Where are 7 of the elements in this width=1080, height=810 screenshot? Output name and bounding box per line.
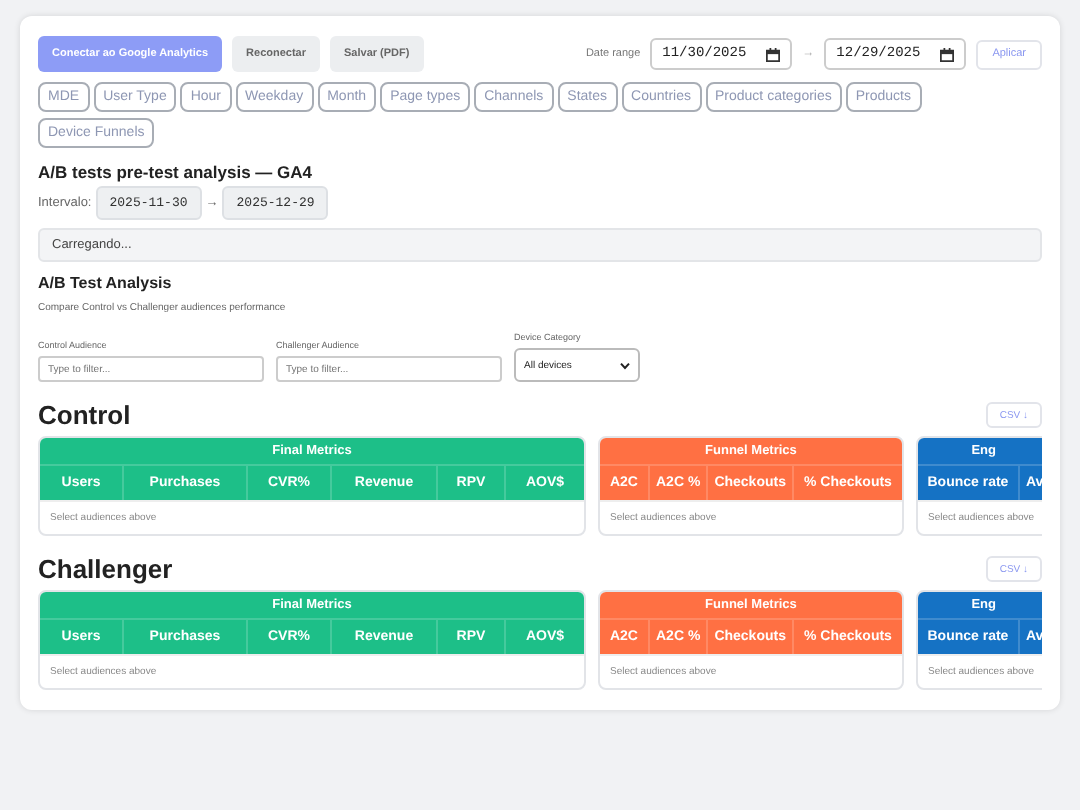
calendar-icon[interactable] [766,47,781,61]
page-title: A/B tests pre-test analysis — GA4 [38,162,314,182]
section-title: A/B Test Analysis [38,274,174,292]
section-heading: Challenger [38,554,173,584]
section-heading: Control [38,400,131,430]
caret-icon [620,361,630,369]
calendar-icon[interactable] [940,47,955,61]
